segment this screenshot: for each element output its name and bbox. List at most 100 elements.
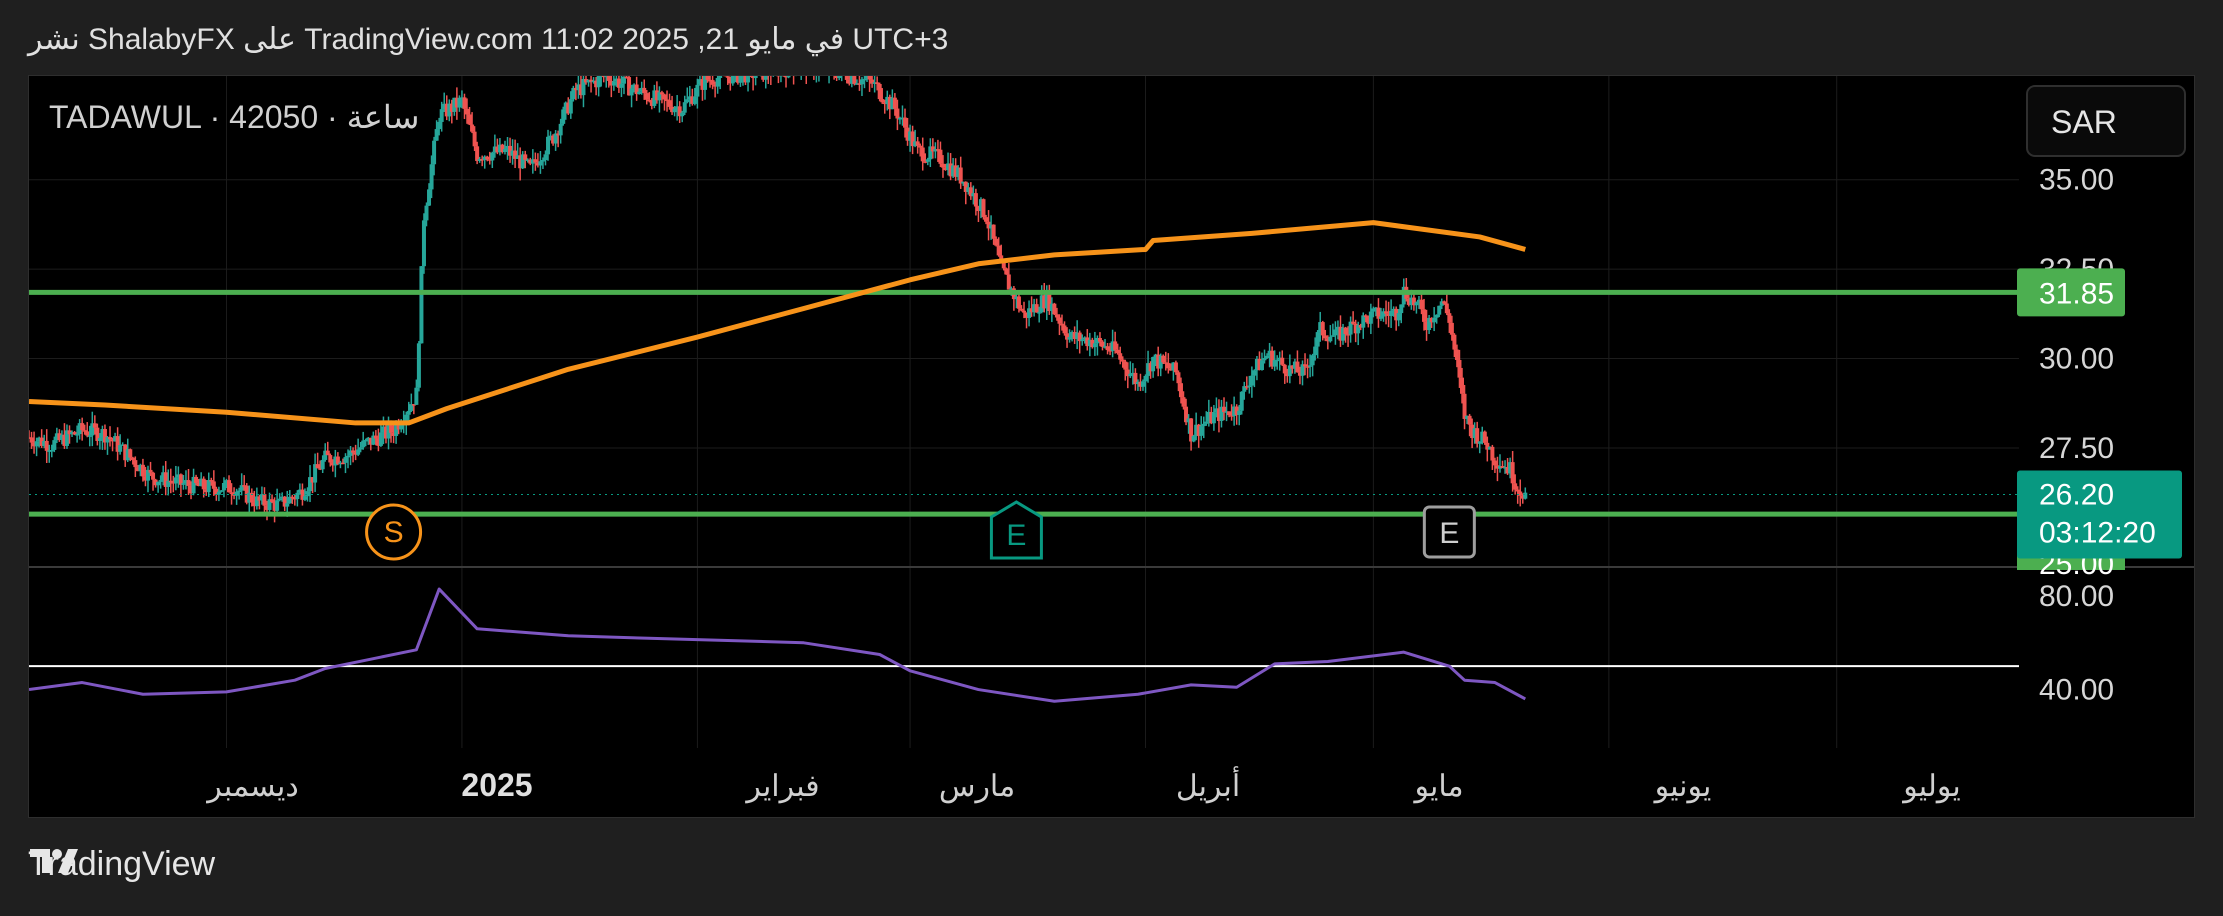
candle-up xyxy=(1437,305,1442,315)
candle-down xyxy=(1006,274,1011,290)
candle-down xyxy=(467,114,472,125)
candle-down xyxy=(133,460,138,468)
candle-down xyxy=(1295,361,1300,373)
publish-info: نشر ShalabyFX على TradingView.com 11:02 … xyxy=(28,23,949,56)
candle-down xyxy=(470,124,475,132)
candle-up xyxy=(1477,441,1482,444)
time-axis-label: أبريل xyxy=(1176,766,1240,804)
candle-down xyxy=(1419,299,1424,310)
candle-down xyxy=(1059,323,1064,326)
chart-panel[interactable]: SEE27.5030.0032.5035.0040.0080.0031.8525… xyxy=(28,75,2195,818)
candle-up xyxy=(611,81,616,86)
candle-down xyxy=(973,193,978,207)
candle-up xyxy=(682,102,687,113)
candle-up xyxy=(1247,385,1252,388)
candle-down xyxy=(1457,360,1462,378)
candle-down xyxy=(1320,322,1325,336)
candle-down xyxy=(533,159,538,163)
candle-down xyxy=(186,480,191,486)
candle-down xyxy=(1515,489,1520,492)
candle-down xyxy=(1384,311,1389,314)
candle-down xyxy=(1303,364,1308,367)
candle-down xyxy=(1442,301,1447,304)
candle-up xyxy=(561,109,566,124)
candle-up xyxy=(1328,336,1333,342)
candle-up xyxy=(439,109,444,122)
candle-down xyxy=(1097,337,1102,342)
candle-down xyxy=(1510,462,1515,484)
candle-up xyxy=(746,76,751,83)
candle-up xyxy=(629,88,634,96)
price-axis-tick: 27.50 xyxy=(2039,432,2114,465)
time-axis-label: مارس xyxy=(939,770,1015,804)
chart-canvas[interactable]: SEE27.5030.0032.5035.0040.0080.0031.8525… xyxy=(29,76,2195,818)
candle-up xyxy=(1262,358,1267,361)
candle-up xyxy=(753,76,758,79)
candle-up xyxy=(1092,343,1097,348)
candle-down xyxy=(389,425,394,433)
candle-up xyxy=(637,91,642,95)
candle-down xyxy=(229,492,234,494)
candle-up xyxy=(596,76,601,88)
candle-up xyxy=(540,159,545,162)
candle-down xyxy=(915,141,920,146)
candle-up xyxy=(181,483,186,485)
candle-down xyxy=(1062,325,1067,334)
candle-down xyxy=(465,108,470,115)
candle-down xyxy=(918,145,923,148)
candle-up xyxy=(1275,359,1280,362)
time-axis-label: مايو xyxy=(1412,770,1463,804)
candle-down xyxy=(1004,268,1009,275)
candle-down xyxy=(994,238,999,246)
candle-up xyxy=(1249,375,1254,386)
candle-up xyxy=(421,220,426,267)
candle-down xyxy=(659,92,664,95)
candle-up xyxy=(1037,312,1042,314)
candle-down xyxy=(80,423,85,431)
candles-group xyxy=(29,76,1528,523)
candle-down xyxy=(44,440,49,451)
candle-down xyxy=(1120,359,1125,362)
candle-down xyxy=(485,156,490,160)
candle-down xyxy=(462,97,467,109)
candle-up xyxy=(424,205,429,221)
candle-down xyxy=(270,499,275,503)
candle-down xyxy=(1052,303,1057,315)
candle-up xyxy=(730,76,735,84)
candle-up xyxy=(52,440,57,450)
candle-up xyxy=(97,437,102,441)
current-price-label: 26.20 xyxy=(2039,478,2114,511)
candle-down xyxy=(705,76,710,80)
footer: TradingView xyxy=(28,845,215,884)
candle-up xyxy=(305,491,310,497)
candle-down xyxy=(1115,349,1120,354)
candle-up xyxy=(1201,423,1206,427)
candle-up xyxy=(378,432,383,446)
candle-down xyxy=(523,154,528,160)
candle-down xyxy=(1462,393,1467,419)
candle-up xyxy=(363,439,368,442)
candle-down xyxy=(472,131,477,147)
candle-up xyxy=(1259,360,1264,371)
candle-up xyxy=(1204,421,1209,424)
candle-down xyxy=(1161,355,1166,363)
candle-up xyxy=(862,78,867,81)
candle-up xyxy=(1389,310,1394,316)
candle-up xyxy=(419,266,424,344)
candle-down xyxy=(148,469,153,473)
candle-down xyxy=(1057,317,1062,324)
candle-down xyxy=(852,76,857,84)
candle-down xyxy=(1100,341,1105,347)
bar-countdown-label: 03:12:20 xyxy=(2039,516,2156,549)
candle-up xyxy=(1191,436,1196,442)
candle-up xyxy=(1434,314,1439,318)
candle-up xyxy=(1368,311,1373,324)
candle-up xyxy=(156,481,161,486)
candle-down xyxy=(130,457,135,461)
candle-up xyxy=(558,123,563,136)
candle-down xyxy=(29,437,34,443)
candle-up xyxy=(343,457,348,463)
candle-down xyxy=(1166,363,1171,369)
candle-up xyxy=(1237,410,1242,415)
currency-button-label[interactable]: SAR xyxy=(2051,104,2117,140)
